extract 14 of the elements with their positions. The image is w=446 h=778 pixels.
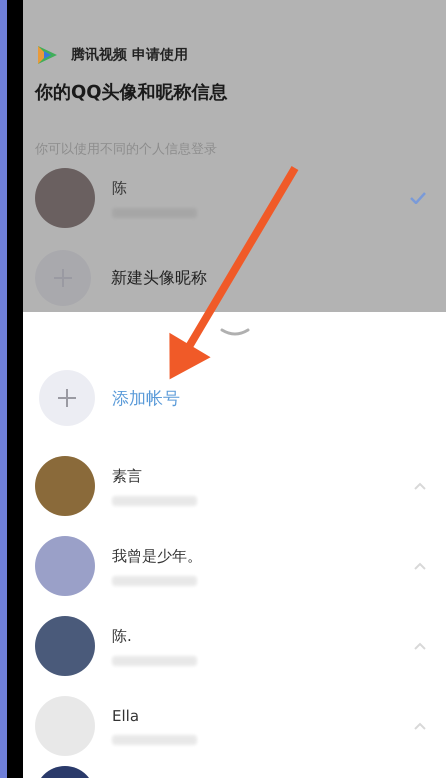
account-name[interactable]: 素言 (112, 466, 414, 486)
caret-icon[interactable] (414, 562, 426, 570)
page-title: 你的QQ头像和昵称信息 (35, 81, 229, 104)
new-profile-button[interactable]: 新建头像昵称 (111, 268, 207, 288)
app-name: 腾讯视频 申请使用 (71, 46, 188, 64)
caret-icon[interactable] (414, 722, 426, 730)
caret-icon[interactable] (414, 482, 426, 490)
account-name[interactable]: Ella (112, 707, 414, 725)
collapse-chevron-icon[interactable] (220, 328, 250, 338)
play-logo-icon (35, 44, 59, 66)
profile-name[interactable]: 陈 (112, 178, 410, 198)
account-name[interactable]: 陈. (112, 626, 414, 646)
account-name[interactable]: 我曾是少年。 (112, 546, 414, 566)
caret-icon[interactable] (414, 642, 426, 650)
